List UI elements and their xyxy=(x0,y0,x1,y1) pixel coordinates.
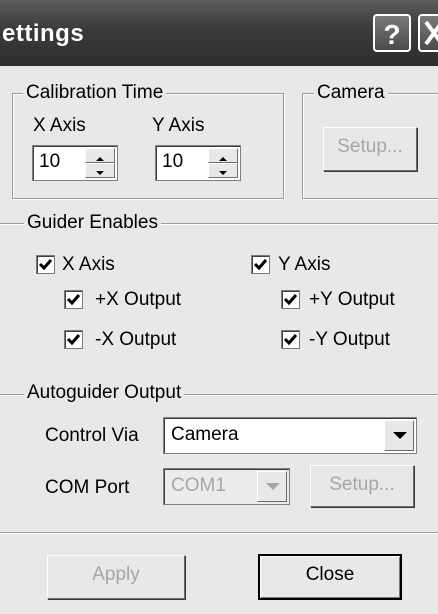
checkmark-icon xyxy=(283,334,298,346)
com-port-setup-label: Setup... xyxy=(329,474,395,495)
chevron-down-icon xyxy=(96,171,104,175)
settings-dialog: ettings ? Calibration Time X Axis Y Axis… xyxy=(0,0,438,614)
chevron-down-icon xyxy=(393,432,407,439)
y-spin-up-button[interactable] xyxy=(208,148,238,163)
checkmark-icon xyxy=(283,294,298,306)
calibration-time-legend: Calibration Time xyxy=(23,82,167,104)
control-via-label: Control Via xyxy=(45,425,139,446)
com-port-select[interactable]: COM1 xyxy=(163,468,290,505)
plus-y-output-checkbox[interactable] xyxy=(281,290,300,309)
com-port-label: COM Port xyxy=(45,477,130,498)
camera-legend: Camera xyxy=(314,82,388,104)
svg-text:?: ? xyxy=(383,19,400,50)
plus-y-output-label[interactable]: +Y Output xyxy=(309,289,395,311)
y-axis-checkbox[interactable] xyxy=(251,255,270,274)
apply-label: Apply xyxy=(92,564,140,585)
camera-setup-button[interactable]: Setup... xyxy=(323,127,417,171)
control-via-value: Camera xyxy=(171,424,239,445)
y-calibration-spinner[interactable]: 10 xyxy=(155,145,241,181)
com-port-dropdown-button[interactable] xyxy=(257,471,287,502)
window-title: ettings xyxy=(2,20,85,47)
y-spin-down-button[interactable] xyxy=(208,163,238,178)
close-button[interactable]: Close xyxy=(258,554,402,600)
plus-x-output-label[interactable]: +X Output xyxy=(95,289,181,311)
minus-x-output-checkbox[interactable] xyxy=(64,330,83,349)
x-calibration-spinner[interactable]: 10 xyxy=(32,145,118,181)
x-spin-up-button[interactable] xyxy=(85,148,115,163)
close-label: Close xyxy=(305,564,355,585)
apply-button[interactable]: Apply xyxy=(47,555,185,599)
x-spin-down-button[interactable] xyxy=(85,163,115,178)
y-axis-enable-label[interactable]: Y Axis xyxy=(278,254,330,276)
com-port-value: COM1 xyxy=(171,475,226,496)
minus-x-output-label[interactable]: -X Output xyxy=(95,329,176,351)
help-icon: ? xyxy=(383,19,400,50)
guider-enables-legend: Guider Enables xyxy=(24,212,161,234)
minus-y-output-label[interactable]: -Y Output xyxy=(309,329,390,351)
x-axis-enable-label[interactable]: X Axis xyxy=(62,254,115,276)
footer-divider xyxy=(0,532,438,534)
camera-setup-label: Setup... xyxy=(337,136,403,157)
help-button[interactable]: ? xyxy=(373,14,411,52)
y-calibration-value[interactable]: 10 xyxy=(162,151,183,173)
com-port-setup-button[interactable]: Setup... xyxy=(310,465,414,507)
x-axis-checkbox[interactable] xyxy=(36,255,55,274)
autoguider-output-legend: Autoguider Output xyxy=(24,382,185,404)
checkmark-icon xyxy=(66,334,81,346)
y-axis-label: Y Axis xyxy=(152,115,205,136)
minus-y-output-checkbox[interactable] xyxy=(281,330,300,349)
x-axis-label: X Axis xyxy=(33,115,86,136)
chevron-down-icon xyxy=(266,483,280,490)
plus-x-output-checkbox[interactable] xyxy=(64,290,83,309)
close-icon xyxy=(424,20,438,46)
checkmark-icon xyxy=(66,294,81,306)
checkmark-icon xyxy=(253,259,268,271)
checkmark-icon xyxy=(38,259,53,271)
close-window-button[interactable] xyxy=(418,14,438,52)
title-bar[interactable]: ettings ? xyxy=(0,0,438,66)
control-via-dropdown-button[interactable] xyxy=(384,420,414,451)
control-via-select[interactable]: Camera xyxy=(163,417,417,454)
chevron-down-icon xyxy=(219,171,227,175)
x-calibration-value[interactable]: 10 xyxy=(39,151,60,173)
